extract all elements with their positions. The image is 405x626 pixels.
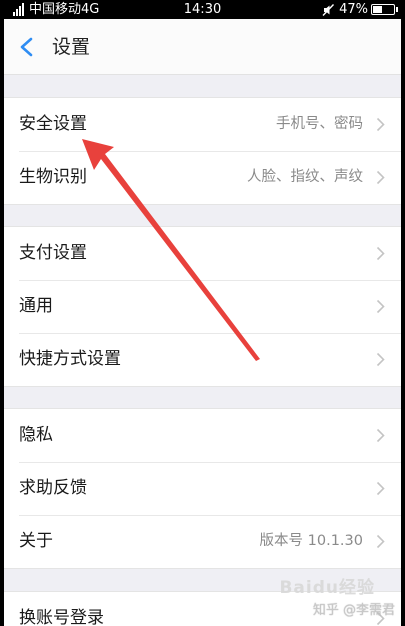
status-bar: 中国移动4G 14:30 47%: [4, 0, 401, 19]
item-label: 换账号登录: [19, 608, 104, 626]
settings-item-biometrics[interactable]: 生物识别 人脸、指纹、声纹: [4, 151, 401, 204]
chevron-right-icon: [376, 352, 385, 367]
item-value: 人脸、指纹、声纹: [247, 169, 363, 185]
item-label: 求助反馈: [19, 478, 87, 498]
chevron-right-icon: [376, 117, 385, 132]
mute-icon: [322, 3, 335, 16]
item-label: 关于: [19, 531, 53, 551]
battery-fill: [373, 6, 382, 13]
chevron-right-icon: [376, 534, 385, 549]
settings-item-about[interactable]: 关于 版本号 10.1.30: [4, 515, 401, 568]
item-label: 支付设置: [19, 243, 87, 263]
item-value: 手机号、密码: [276, 116, 363, 132]
chevron-right-icon: [376, 170, 385, 185]
settings-group-account: 安全设置 手机号、密码 生物识别 人脸、指纹、声纹: [4, 97, 401, 205]
settings-item-feedback[interactable]: 求助反馈: [4, 462, 401, 515]
item-label: 通用: [19, 296, 53, 316]
item-label: 生物识别: [19, 167, 87, 187]
page-title: 设置: [52, 36, 91, 58]
item-label: 快捷方式设置: [19, 349, 121, 369]
settings-item-shortcuts[interactable]: 快捷方式设置: [4, 333, 401, 386]
watermark-text: 知乎 @李需君: [312, 603, 395, 618]
settings-item-privacy[interactable]: 隐私: [4, 409, 401, 462]
chevron-right-icon: [376, 246, 385, 261]
chevron-right-icon: [376, 481, 385, 496]
settings-item-general[interactable]: 通用: [4, 280, 401, 333]
settings-item-security[interactable]: 安全设置 手机号、密码: [4, 98, 401, 151]
status-right: 47%: [321, 0, 398, 19]
watermark-logo: Baidu经验: [279, 578, 375, 598]
settings-item-payment[interactable]: 支付设置: [4, 227, 401, 280]
battery-icon: [371, 4, 398, 15]
settings-screen: 中国移动4G 14:30 47% 设置 安全设置 手机号、密码 生物识别 人脸、…: [4, 0, 401, 626]
chevron-left-icon[interactable]: [18, 37, 36, 57]
item-label: 隐私: [19, 425, 53, 445]
item-label: 安全设置: [19, 114, 87, 134]
settings-group-general: 支付设置 通用 快捷方式设置: [4, 226, 401, 387]
chevron-right-icon: [376, 428, 385, 443]
nav-bar: 设置: [4, 19, 401, 75]
item-value: 版本号 10.1.30: [259, 533, 363, 549]
chevron-right-icon: [376, 299, 385, 314]
settings-group-support: 隐私 求助反馈 关于 版本号 10.1.30: [4, 408, 401, 569]
battery-label: 47%: [339, 2, 368, 17]
